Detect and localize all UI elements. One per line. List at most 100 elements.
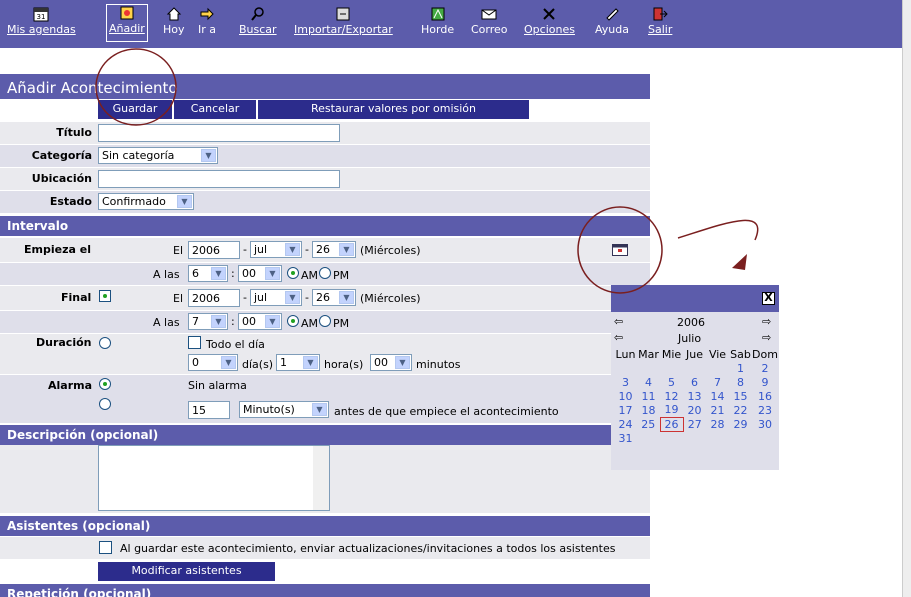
calendar-day[interactable]: 28 (706, 417, 729, 431)
start-year-input[interactable]: 2006 (188, 241, 240, 259)
calendar-day[interactable]: 1 (729, 361, 752, 375)
calendar-day[interactable]: 13 (683, 389, 706, 403)
toolbar-goto[interactable]: Ir a (198, 6, 216, 36)
status-value: Confirmado (102, 195, 166, 208)
chevron-down-icon: ▼ (265, 267, 280, 280)
toolbar-horde[interactable]: Horde (421, 6, 454, 36)
duration-hours-select[interactable]: 1 ▼ (276, 354, 320, 371)
next-month-icon[interactable]: ⇨ (762, 331, 771, 344)
title-input[interactable] (98, 124, 340, 142)
calendar-day[interactable]: 29 (729, 417, 752, 431)
calendar-day[interactable]: 21 (706, 403, 729, 417)
toolbar-mail[interactable]: Correo (471, 6, 508, 36)
calendar-day[interactable]: 25 (637, 417, 660, 431)
toolbar-my-calendars[interactable]: 31 Mis agendas (7, 6, 76, 36)
description-textarea[interactable] (98, 445, 330, 511)
end-pm-radio[interactable] (319, 315, 331, 327)
end-year-input[interactable]: 2006 (188, 289, 240, 307)
duration-radio[interactable] (99, 337, 111, 349)
end-min-value: 00 (242, 315, 256, 328)
modify-attendees-button[interactable]: Modificar asistentes (98, 562, 275, 581)
category-select[interactable]: Sin categoría ▼ (98, 147, 218, 164)
toolbar-add[interactable]: Añadir (106, 4, 148, 42)
end-month-select[interactable]: jul ▼ (250, 289, 302, 306)
start-day-select[interactable]: 26 ▼ (312, 241, 356, 258)
start-pm-radio[interactable] (319, 267, 331, 279)
calendar-day[interactable]: 14 (706, 389, 729, 403)
start-minute-select[interactable]: 00 ▼ (238, 265, 282, 282)
calendar-day[interactable]: 19 (660, 403, 683, 417)
calendar-day[interactable]: 10 (614, 389, 637, 403)
alarm-suffix: antes de que empiece el acontecimiento (334, 405, 559, 418)
alarm-radio[interactable] (99, 398, 111, 410)
calendar-day[interactable]: 5 (660, 375, 683, 389)
calendar-day[interactable]: 11 (637, 389, 660, 403)
textarea-scrollbar[interactable] (313, 446, 329, 510)
close-icon[interactable]: X (762, 292, 775, 305)
title-label: Título (56, 126, 92, 139)
calendar-day[interactable]: 16 (752, 389, 778, 403)
next-year-icon[interactable]: ⇨ (762, 315, 771, 328)
calendar-day[interactable]: 3 (614, 375, 637, 389)
calendar-day[interactable]: 7 (706, 375, 729, 389)
restore-defaults-button[interactable]: Restaurar valores por omisión (258, 100, 529, 119)
end-minute-select[interactable]: 00 ▼ (238, 313, 282, 330)
calendar-day[interactable]: 12 (660, 389, 683, 403)
calendar-day[interactable]: 23 (752, 403, 778, 417)
end-radio[interactable] (99, 290, 111, 302)
save-button[interactable]: Guardar (98, 100, 172, 119)
end-hour-select[interactable]: 7 ▼ (188, 313, 228, 330)
notify-attendees-label: Al guardar este acontecimiento, enviar a… (120, 542, 616, 555)
chevron-down-icon: ▼ (339, 243, 354, 256)
calendar-day[interactable]: 8 (729, 375, 752, 389)
calendar-week: 3456789 (614, 375, 778, 389)
duration-days-select[interactable]: 0 ▼ (188, 354, 238, 371)
calendar-day[interactable]: 6 (683, 375, 706, 389)
chevron-down-icon: ▼ (221, 356, 236, 369)
toolbar-today[interactable]: Hoy (163, 6, 185, 36)
status-select[interactable]: Confirmado ▼ (98, 193, 194, 210)
calendar-day[interactable]: 18 (637, 403, 660, 417)
alarm-row: Alarma Sin alarma 15 Minuto(s) ▼ antes de… (0, 375, 650, 423)
toolbar-options[interactable]: Opciones (524, 6, 575, 36)
prev-year-icon[interactable]: ⇦ (614, 315, 623, 328)
toolbar-help[interactable]: Ayuda (595, 6, 629, 36)
chevron-down-icon: ▼ (303, 356, 318, 369)
start-month-select[interactable]: jul ▼ (250, 241, 302, 258)
toolbar-import-export[interactable]: Importar/Exportar (294, 6, 393, 36)
notify-attendees-checkbox[interactable] (99, 541, 112, 554)
calendar-day[interactable]: 9 (752, 375, 778, 389)
chevron-down-icon: ▼ (201, 149, 216, 162)
calendar-empty-cell (660, 361, 683, 375)
calendar-picker-icon[interactable] (612, 244, 628, 256)
calendar-day[interactable]: 17 (614, 403, 637, 417)
end-am-radio[interactable] (287, 315, 299, 327)
prev-month-icon[interactable]: ⇦ (614, 331, 623, 344)
calendar-day[interactable]: 31 (614, 431, 637, 445)
alarm-value-input[interactable]: 15 (188, 401, 230, 419)
toolbar-search[interactable]: Buscar (239, 6, 277, 36)
chevron-down-icon: ▼ (285, 291, 300, 304)
calendar-day[interactable]: 20 (683, 403, 706, 417)
end-day-select[interactable]: 26 ▼ (312, 289, 356, 306)
calendar-day[interactable]: 15 (729, 389, 752, 403)
vertical-scrollbar[interactable] (902, 0, 911, 597)
cancel-button[interactable]: Cancelar (174, 100, 256, 119)
calendar-day[interactable]: 2 (752, 361, 778, 375)
end-hour-value: 7 (192, 315, 199, 328)
all-day-checkbox[interactable] (188, 336, 201, 349)
calendar-day[interactable]: 22 (729, 403, 752, 417)
alarm-unit-select[interactable]: Minuto(s) ▼ (239, 401, 329, 418)
calendar-day[interactable]: 30 (752, 417, 778, 431)
start-am-radio[interactable] (287, 267, 299, 279)
calendar-day[interactable]: 27 (683, 417, 706, 431)
duration-minutes-select[interactable]: 00 ▼ (370, 354, 412, 371)
annotation-arrowhead (732, 254, 747, 270)
start-hour-select[interactable]: 6 ▼ (188, 265, 228, 282)
location-input[interactable] (98, 170, 340, 188)
calendar-day[interactable]: 4 (637, 375, 660, 389)
calendar-day[interactable]: 24 (614, 417, 637, 431)
calendar-day[interactable]: 26 (659, 416, 684, 432)
toolbar-logout[interactable]: Salir (648, 6, 672, 36)
no-alarm-radio[interactable] (99, 378, 111, 390)
